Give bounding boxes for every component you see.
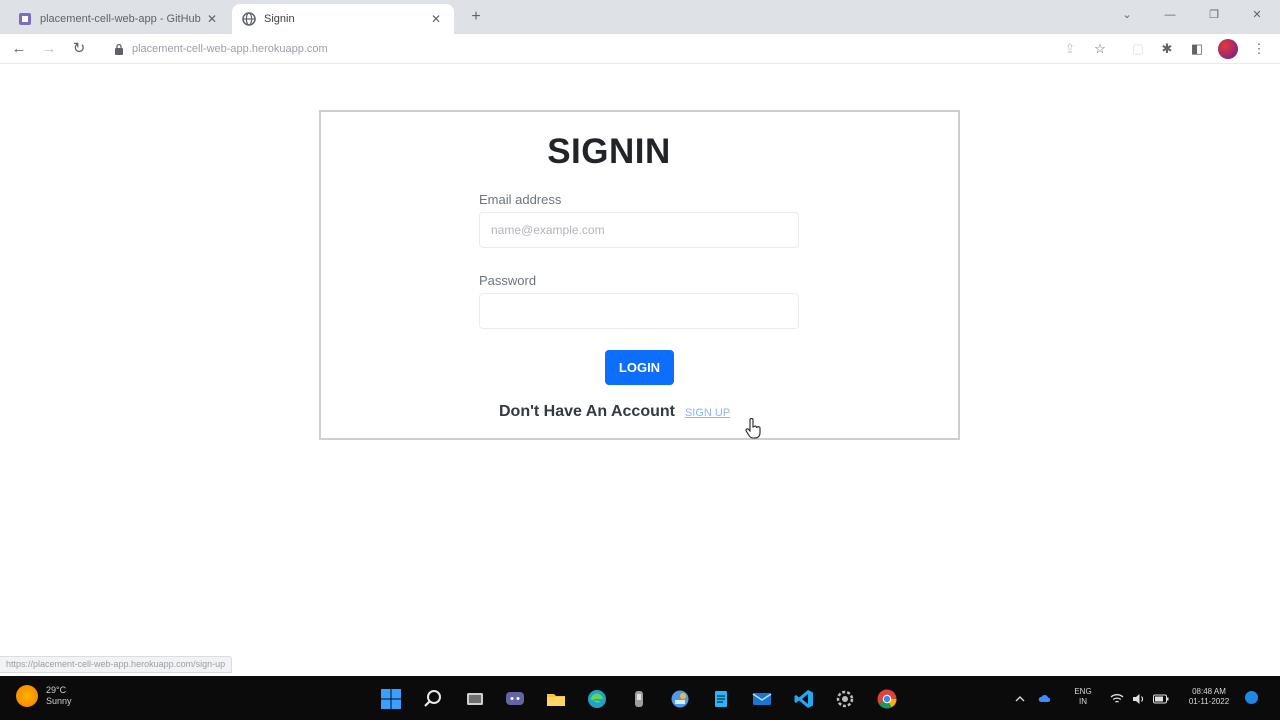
share-icon[interactable]: ⇪ <box>1062 41 1078 57</box>
chevron-up-icon[interactable] <box>1009 686 1031 712</box>
start-windows-icon[interactable] <box>378 686 404 712</box>
forward-arrow-icon[interactable]: → <box>39 39 59 59</box>
battery-icon[interactable] <box>1150 686 1172 712</box>
login-button[interactable]: LOGIN <box>605 350 674 385</box>
password-field[interactable] <box>479 293 799 329</box>
notepad-icon[interactable] <box>708 686 734 712</box>
weather-desc: Sunny <box>46 696 72 706</box>
minimize-icon[interactable]: — <box>1160 6 1180 24</box>
browser-tabstrip: placement-cell-web-app - GitHub ✕ Signin… <box>0 0 1280 34</box>
store-icon[interactable] <box>667 686 693 712</box>
side-panel-icon[interactable]: ◧ <box>1189 41 1205 57</box>
app-icon[interactable] <box>626 686 652 712</box>
signin-form: Email address Password <box>479 192 799 354</box>
hand-cursor-icon <box>745 418 761 439</box>
tab-search-chevron-icon[interactable]: ⌄ <box>1117 6 1137 24</box>
settings-gear-icon[interactable] <box>832 686 858 712</box>
bookmark-star-icon[interactable]: ☆ <box>1092 41 1108 57</box>
profile-avatar[interactable] <box>1218 39 1238 59</box>
volume-icon[interactable] <box>1128 686 1150 712</box>
extension-icon[interactable]: ▢ <box>1130 41 1146 57</box>
weather-widget[interactable]: 29°C Sunny <box>16 685 72 707</box>
address-bar[interactable]: placement-cell-web-app.herokuapp.com <box>104 37 1124 61</box>
sun-icon <box>16 685 38 707</box>
globe-icon <box>242 12 256 26</box>
task-view-icon[interactable] <box>462 686 488 712</box>
wifi-icon[interactable] <box>1106 686 1128 712</box>
link-status-bubble: https://placement-cell-web-app.herokuapp… <box>0 656 233 673</box>
vscode-icon[interactable] <box>791 686 817 712</box>
cloud-icon[interactable] <box>1034 686 1056 712</box>
chrome-icon[interactable] <box>874 686 900 712</box>
signup-row: Don't Have An Account SIGN UP <box>499 403 730 421</box>
tab-signin[interactable]: Signin ✕ <box>232 4 454 34</box>
tab-title: placement-cell-web-app - GitHub <box>40 13 201 25</box>
browser-toolbar: ← → ↻ placement-cell-web-app.herokuapp.c… <box>0 34 1280 64</box>
tab-github[interactable]: placement-cell-web-app - GitHub ✕ <box>8 4 230 34</box>
email-field[interactable] <box>479 212 799 248</box>
signup-link[interactable]: SIGN UP <box>685 407 730 419</box>
window-close-icon[interactable]: ✕ <box>1247 6 1267 24</box>
close-icon[interactable]: ✕ <box>428 11 444 27</box>
chat-icon[interactable] <box>502 686 528 712</box>
signup-prompt: Don't Have An Account <box>499 403 675 420</box>
weather-temp: 29°C <box>46 685 67 695</box>
clock-date: 01-11-2022 <box>1188 697 1230 706</box>
password-label: Password <box>479 273 537 288</box>
menu-kebab-icon[interactable]: ⋮ <box>1251 41 1267 57</box>
close-icon[interactable]: ✕ <box>204 11 220 27</box>
email-label: Email address <box>479 192 562 207</box>
edge-browser-icon[interactable] <box>584 686 610 712</box>
language-indicator[interactable]: ENG <box>1068 687 1098 697</box>
tab-title: Signin <box>264 13 295 25</box>
github-tab-favicon-icon <box>19 13 31 25</box>
search-icon[interactable] <box>420 686 446 712</box>
region-indicator: IN <box>1079 697 1087 706</box>
clock-time[interactable]: 08:48 AM <box>1178 687 1240 697</box>
new-tab-plus-icon[interactable]: + <box>466 7 486 27</box>
back-arrow-icon[interactable]: ← <box>9 39 29 59</box>
address-url: placement-cell-web-app.herokuapp.com <box>132 43 328 55</box>
windows-taskbar: 29°C Sunny ENG IN 08:48 AM 01-11-2022 <box>0 676 1280 720</box>
restore-icon[interactable]: ❐ <box>1204 6 1224 24</box>
file-explorer-icon[interactable] <box>543 686 569 712</box>
extensions-puzzle-icon[interactable]: ✱ <box>1159 41 1175 57</box>
page-title: SIGNIN <box>547 132 671 171</box>
signin-card: SIGNIN Email address Password LOGIN Don'… <box>319 110 960 440</box>
notification-badge[interactable] <box>1245 691 1258 704</box>
mail-icon[interactable] <box>749 686 775 712</box>
lock-icon <box>115 43 123 55</box>
reload-icon[interactable]: ↻ <box>69 39 89 59</box>
